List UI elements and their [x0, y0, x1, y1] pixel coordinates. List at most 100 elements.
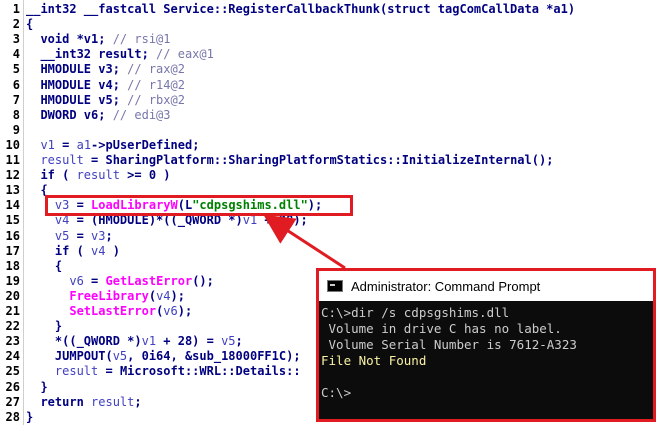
code-token-plain: );: [170, 288, 185, 303]
code-token-var: v5: [54, 228, 70, 243]
line-number: 18: [5, 258, 20, 273]
code-text: }: [20, 380, 47, 394]
code-text: SetLastError(v6);: [20, 304, 192, 318]
code-line: 26 }: [0, 379, 48, 395]
line-number: 24: [5, 349, 20, 364]
line-number: 1: [12, 2, 20, 16]
command-prompt-titlebar[interactable]: Administrator: Command Prompt: [319, 271, 653, 301]
code-line: 27 return result;: [0, 394, 142, 410]
code-token-plain: __int32 result;: [26, 47, 157, 62]
code-token-comment: // r14@2: [127, 77, 185, 92]
code-text: void *v1; // rsi@1: [20, 32, 171, 47]
code-token-plain: {: [26, 17, 34, 32]
code-line: 23 *((_QWORD *)v1 + 28) = v5;: [0, 333, 243, 349]
line-number: 23: [5, 334, 20, 349]
code-text: if ( result >= 0 ): [20, 168, 170, 183]
code-token-plain: }: [26, 409, 34, 424]
code-token-var: result: [54, 364, 99, 379]
code-token-var: a1: [76, 137, 92, 152]
code-token-plain: DWORD v6;: [26, 107, 113, 122]
code-text: HMODULE v4; // r14@2: [20, 78, 185, 92]
command-output-line: C:\>dir /s cdpsgshims.dll: [321, 305, 510, 320]
code-text: }: [20, 319, 62, 333]
code-token-plain: void *v1;: [26, 32, 113, 47]
line-number: 12: [5, 168, 20, 183]
code-token-func: FreeLibrary: [69, 288, 149, 303]
code-text: {: [20, 259, 62, 273]
command-output-line: Volume Serial Number is 7612-A323: [321, 337, 577, 352]
code-line: 4 __int32 result; // eax@1: [0, 46, 214, 62]
code-token-var: result: [40, 153, 84, 167]
code-token-plain: *((_QWORD *): [26, 334, 142, 349]
code-token-plain: HMODULE v5;: [26, 92, 128, 107]
code-line: 18 {: [0, 258, 63, 274]
code-line: 20 FreeLibrary(v4);: [0, 288, 185, 304]
command-prompt-output[interactable]: C:\>dir /s cdpsgshims.dll Volume in driv…: [319, 301, 653, 405]
code-text: v5 = v3;: [20, 229, 113, 243]
command-output-line: File Not Found: [321, 353, 427, 368]
code-line: 6 HMODULE v4; // r14@2: [0, 77, 185, 93]
command-output-line: [321, 369, 651, 385]
line-number: 10: [5, 137, 20, 152]
command-output-line: Volume in drive C has no label.: [321, 321, 562, 336]
code-token-comment: // rsi@1: [112, 32, 171, 47]
code-token-var: v3: [91, 228, 106, 243]
code-token-var: v5: [221, 334, 236, 349]
line-number: 15: [5, 213, 20, 228]
command-prompt-window[interactable]: Administrator: Command Prompt C:\>dir /s…: [316, 268, 656, 422]
code-token-plain: HMODULE v3;: [26, 62, 128, 77]
code-line: 25 result = Microsoft::WRL::Details::: [0, 363, 301, 379]
code-token-comment: // edi@3: [112, 107, 171, 122]
loadlibrary-highlight-box: [45, 195, 353, 216]
code-line: 21 SetLastError(v6);: [0, 303, 193, 319]
line-number: 5: [12, 62, 20, 77]
code-token-plain: );: [177, 304, 193, 318]
code-token-plain: + 28) =: [156, 334, 222, 349]
code-text: if ( v4 ): [20, 244, 120, 258]
code-token-func: GetLastError: [105, 273, 193, 288]
code-line: 28}: [0, 409, 34, 425]
line-number: 9: [12, 122, 20, 137]
line-number: 11: [5, 153, 20, 167]
code-line: 10 v1 = a1->pUserDefined;: [0, 137, 200, 153]
line-number: 8: [12, 107, 20, 122]
code-token-plain: ;: [235, 334, 243, 349]
code-token-var: v6: [163, 304, 178, 318]
code-text: __int32 __fastcall Service::RegisterCall…: [20, 2, 575, 16]
code-text: }: [20, 410, 33, 424]
code-text: return result;: [20, 394, 141, 409]
code-text: HMODULE v5; // rbx@2: [20, 93, 185, 107]
code-token-var: v4: [156, 288, 171, 303]
code-text: DWORD v6; // edi@3: [20, 107, 171, 122]
code-token-var: result: [91, 394, 135, 409]
code-text: v6 = GetLastError();: [20, 274, 214, 288]
code-token-comment: // rax@2: [127, 62, 185, 77]
code-line: 24 JUMPOUT(v5, 0i64, &sub_18000FF1C);: [0, 348, 301, 364]
line-number: 21: [5, 304, 20, 318]
line-number: 2: [12, 17, 20, 32]
code-token-plain: HMODULE v4;: [26, 77, 128, 92]
code-token-plain: , 0i64, &sub_18000FF1C);: [127, 349, 301, 364]
line-number: 27: [5, 394, 20, 409]
code-token-plain: __int32 __fastcall Service::RegisterCall…: [26, 2, 576, 16]
code-token-var: v6: [69, 273, 84, 288]
code-token-plain: =: [69, 228, 92, 243]
code-token-plain: ;: [105, 228, 113, 243]
code-line: 9: [0, 122, 26, 138]
code-token-func: SetLastError: [69, 304, 157, 318]
line-number: 14: [5, 198, 20, 213]
code-token-plain: if (: [26, 168, 77, 183]
line-number: 26: [5, 379, 20, 394]
code-token-plain: if (: [26, 243, 92, 258]
code-line: 3 void *v1; // rsi@1: [0, 31, 171, 47]
code-token-plain: }: [26, 319, 63, 334]
code-line: 5 HMODULE v3; // rax@2: [0, 61, 185, 77]
code-text: FreeLibrary(v4);: [20, 289, 185, 303]
code-text: {: [20, 17, 33, 31]
code-line: 17 if ( v4 ): [0, 243, 120, 259]
